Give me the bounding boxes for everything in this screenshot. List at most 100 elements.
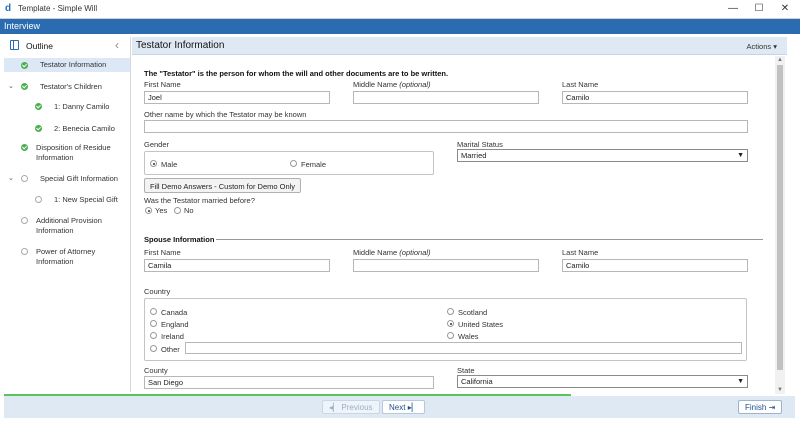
other-name-field[interactable] bbox=[144, 120, 748, 133]
fill-demo-answers-button[interactable]: Fill Demo Answers - Custom for Demo Only bbox=[144, 178, 302, 193]
country-united-states-radio[interactable] bbox=[447, 320, 454, 327]
spouse-last-name-field[interactable]: Camilo bbox=[562, 259, 748, 272]
scroll-down-icon[interactable]: ▼ bbox=[777, 387, 783, 393]
interview-bar: Interview bbox=[0, 19, 800, 34]
next-label: Next bbox=[389, 403, 406, 412]
spouse-last-name-label: Last Name bbox=[562, 248, 599, 257]
country-other-radio[interactable] bbox=[150, 345, 157, 352]
other-name-label: Other name by which the Testator may be … bbox=[144, 110, 307, 119]
form-content: The "Testator" is the person for whom th… bbox=[132, 56, 775, 394]
first-name-field[interactable]: Joel bbox=[144, 91, 330, 104]
app-logo-icon: d bbox=[5, 3, 12, 14]
spouse-middle-name-label-text: Middle Name bbox=[353, 248, 398, 257]
married-before-yes-label: Yes bbox=[155, 206, 168, 215]
country-wales-radio[interactable] bbox=[447, 332, 454, 339]
spouse-first-name-field[interactable]: Camila bbox=[144, 259, 330, 272]
country-label: Country bbox=[144, 287, 171, 296]
spouse-section-title: Spouse Information bbox=[144, 235, 215, 244]
window-title: Template - Simple Will bbox=[18, 4, 98, 13]
middle-name-field[interactable] bbox=[353, 91, 539, 104]
spouse-first-name-label: First Name bbox=[144, 248, 181, 257]
next-icon: ▸▏ bbox=[407, 403, 418, 412]
outline-item-label: Additional Provision bbox=[36, 216, 102, 225]
chevron-down-icon[interactable]: ⌄ bbox=[8, 174, 14, 184]
scrollbar-thumb[interactable] bbox=[777, 65, 783, 370]
country-scotland-radio[interactable] bbox=[447, 308, 454, 315]
outline-item-label: Testator's Children bbox=[40, 82, 102, 91]
complete-check-icon bbox=[21, 83, 28, 90]
next-button[interactable]: Next ▸▏ bbox=[382, 400, 425, 414]
middle-name-label-text: Middle Name bbox=[353, 80, 398, 89]
country-other-field[interactable] bbox=[185, 342, 742, 354]
actions-menu[interactable]: Actions ▾ bbox=[747, 42, 777, 51]
county-field[interactable]: San Diego bbox=[144, 376, 434, 389]
country-ireland-label: Ireland bbox=[161, 332, 184, 341]
close-button[interactable]: ✕ bbox=[772, 0, 798, 19]
country-england-radio[interactable] bbox=[150, 320, 157, 327]
married-before-no-radio[interactable] bbox=[174, 207, 181, 214]
minimize-button[interactable]: — bbox=[720, 0, 746, 19]
outline-item-disposition-of-residue[interactable]: Disposition of Residue Information bbox=[4, 142, 130, 164]
outline-item-child-2[interactable]: 2: Benecia Camilo bbox=[4, 123, 130, 135]
previous-label: Previous bbox=[341, 403, 373, 412]
outline-item-label: Special Gift Information bbox=[40, 174, 118, 183]
window-title-bar: d Template - Simple Will — ☐ ✕ bbox=[0, 0, 800, 19]
outline-item-label: Disposition of Residue bbox=[36, 143, 111, 152]
incomplete-circle-icon bbox=[21, 217, 28, 224]
outline-item-testator-information[interactable]: Testator Information bbox=[4, 58, 130, 72]
married-before-no-label: No bbox=[184, 206, 194, 215]
complete-check-icon bbox=[21, 144, 28, 151]
outline-header: Outline ‹ bbox=[0, 37, 131, 55]
country-england-label: England bbox=[161, 320, 189, 329]
marital-status-select[interactable]: Married ▼ bbox=[457, 149, 748, 162]
outline-title: Outline bbox=[26, 41, 53, 51]
state-value: California bbox=[461, 377, 493, 386]
outline-item-label-line2: Information bbox=[36, 257, 74, 266]
spouse-middle-name-field[interactable] bbox=[353, 259, 539, 272]
outline-item-child-1[interactable]: 1: Danny Camilo bbox=[4, 101, 130, 113]
middle-name-label: Middle Name (optional) bbox=[353, 80, 431, 89]
complete-check-icon bbox=[21, 62, 28, 69]
county-label: County bbox=[144, 366, 168, 375]
finish-button[interactable]: Finish ⇥ bbox=[738, 400, 783, 414]
maximize-button[interactable]: ☐ bbox=[746, 0, 772, 19]
outline-item-label: 1: Danny Camilo bbox=[54, 102, 110, 111]
collapse-sidebar-icon[interactable]: ‹ bbox=[115, 38, 119, 52]
footer-bar: ◂▏ Previous Next ▸▏ Finish ⇥ bbox=[4, 396, 795, 418]
last-name-field[interactable]: Camilo bbox=[562, 91, 748, 104]
incomplete-circle-icon bbox=[21, 248, 28, 255]
outline-item-special-gift[interactable]: ⌄ Special Gift Information bbox=[4, 173, 130, 185]
previous-button[interactable]: ◂▏ Previous bbox=[322, 400, 380, 414]
state-select[interactable]: California ▼ bbox=[457, 375, 748, 388]
country-ireland-radio[interactable] bbox=[150, 332, 157, 339]
intro-text: The "Testator" is the person for whom th… bbox=[144, 69, 449, 78]
country-group: Canada England Ireland Other Scotland Un… bbox=[144, 298, 747, 361]
country-united-states-label: United States bbox=[458, 320, 504, 329]
outline-item-label-line2: Information bbox=[36, 226, 74, 235]
last-name-label: Last Name bbox=[562, 80, 599, 89]
complete-check-icon bbox=[35, 125, 42, 132]
country-canada-radio[interactable] bbox=[150, 308, 157, 315]
gender-female-label: Female bbox=[301, 160, 327, 169]
chevron-down-icon[interactable]: ⌄ bbox=[8, 82, 14, 92]
complete-check-icon bbox=[35, 103, 42, 110]
outline-item-additional-provision[interactable]: Additional Provision Information bbox=[4, 215, 130, 237]
marital-status-value: Married bbox=[461, 151, 487, 160]
marital-status-label: Marital Status bbox=[457, 140, 503, 149]
scroll-up-icon[interactable]: ▲ bbox=[777, 57, 783, 63]
country-other-label: Other bbox=[161, 345, 180, 354]
outline-item-label: Power of Attorney bbox=[36, 247, 96, 256]
married-before-label: Was the Testator married before? bbox=[144, 196, 255, 205]
outline-item-testators-children[interactable]: ⌄ Testator's Children bbox=[4, 81, 130, 93]
gender-female-radio[interactable] bbox=[290, 160, 297, 167]
gender-male-label: Male bbox=[161, 160, 178, 169]
dropdown-caret-icon: ▼ bbox=[737, 378, 744, 385]
gender-label: Gender bbox=[144, 140, 170, 149]
outline-item-new-special-gift[interactable]: 1: New Special Gift bbox=[4, 194, 130, 206]
vertical-scrollbar[interactable]: ▲ ▼ bbox=[775, 56, 785, 394]
outline-item-label: Testator Information bbox=[40, 60, 107, 69]
gender-male-radio[interactable] bbox=[150, 160, 157, 167]
outline-item-power-of-attorney[interactable]: Power of Attorney Information bbox=[4, 246, 130, 268]
optional-hint: (optional) bbox=[399, 248, 431, 257]
married-before-yes-radio[interactable] bbox=[145, 207, 152, 214]
